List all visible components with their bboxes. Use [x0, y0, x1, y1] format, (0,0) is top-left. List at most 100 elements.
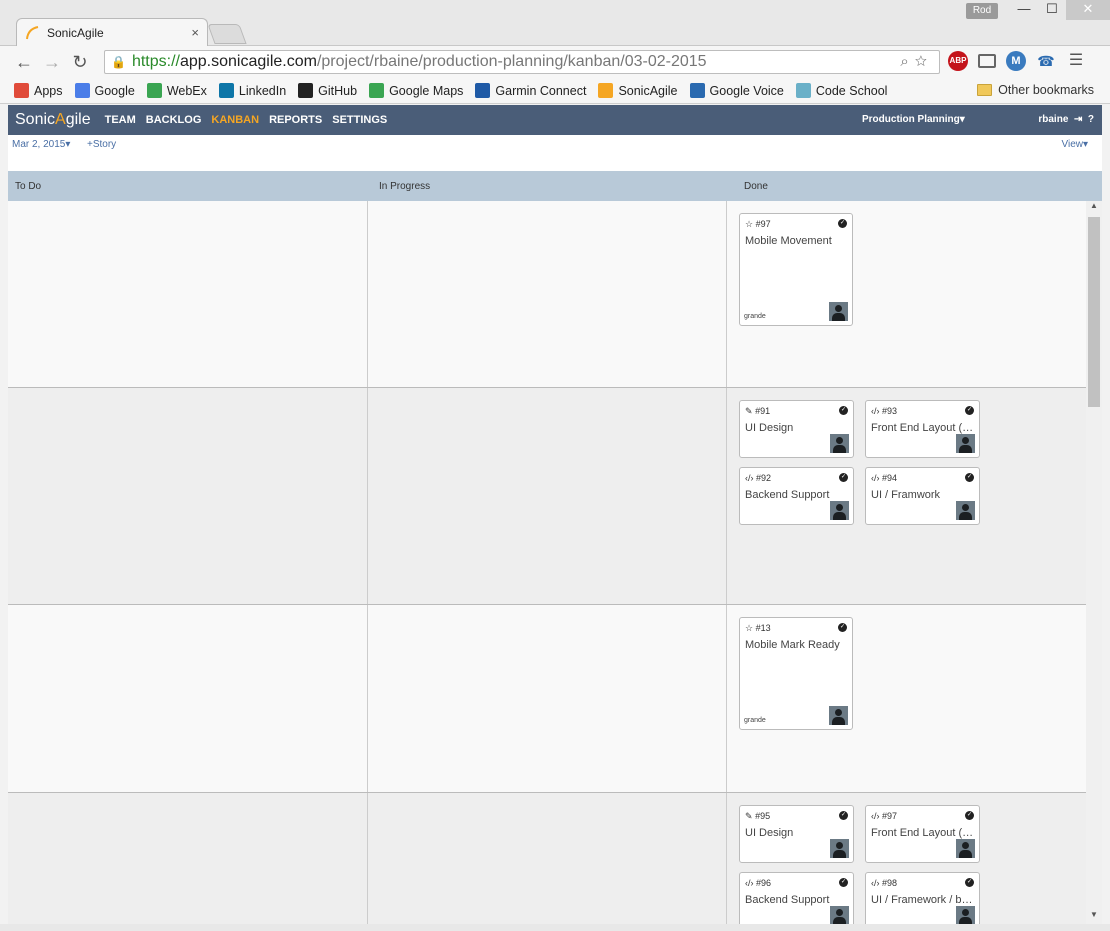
bookmark-webex[interactable]: WebEx	[146, 83, 207, 98]
done-check-icon[interactable]: ✓	[965, 811, 974, 820]
view-menu[interactable]: View▾	[1061, 139, 1088, 150]
user-area: rbaine ⇥ ?	[1038, 114, 1094, 125]
maximize-button[interactable]: ☐	[1038, 0, 1066, 20]
nav-reports[interactable]: REPORTS	[269, 114, 322, 126]
done-check-icon[interactable]: ✓	[965, 878, 974, 887]
cell-inprogress	[368, 793, 727, 924]
forward-arrow-icon[interactable]: →	[38, 52, 66, 73]
board-scrollbar[interactable]: ▲ ▼	[1086, 201, 1102, 924]
card-number: ‹/› #93	[871, 406, 897, 416]
story-card[interactable]: ☆ #97 ✓ Mobile Movement grande	[739, 213, 853, 326]
code-icon: ‹/›	[871, 811, 880, 821]
minimize-button[interactable]: —	[1010, 0, 1038, 20]
help-icon[interactable]: ?	[1088, 114, 1094, 125]
browser-toolbar: ← → ↻ 🔒 https://app.sonicagile.com/proje…	[0, 46, 1110, 78]
card-number: ☆ #13	[745, 623, 771, 634]
done-check-icon[interactable]: ✓	[839, 473, 848, 482]
card-number: ‹/› #97	[871, 811, 897, 821]
cast-icon[interactable]	[978, 54, 996, 68]
done-check-icon[interactable]: ✓	[965, 406, 974, 415]
bookmark-garmin[interactable]: Garmin Connect	[475, 83, 586, 98]
card-number-text: #96	[756, 878, 772, 888]
codeschool-icon	[795, 83, 811, 98]
task-card[interactable]: ‹/› #93 ✓ Front End Layout (…	[865, 400, 980, 458]
zoom-and-bookmark-icons[interactable]: ⌕☆	[900, 53, 933, 70]
card-title: Backend Support	[745, 894, 830, 906]
tab-close-icon[interactable]: ×	[191, 25, 199, 40]
card-title: Mobile Mark Ready	[745, 639, 840, 651]
done-check-icon[interactable]: ✓	[838, 219, 847, 228]
avatar	[956, 906, 975, 924]
card-number: ‹/› #96	[745, 878, 771, 888]
add-story-button[interactable]: +Story	[87, 139, 116, 150]
card-title: UI Design	[745, 422, 794, 434]
date-selector[interactable]: Mar 2, 2015▾	[12, 139, 70, 150]
done-check-icon[interactable]: ✓	[839, 878, 848, 887]
bookmark-label: Google Maps	[389, 83, 464, 98]
cell-inprogress	[368, 201, 727, 387]
bookmark-label: Garmin Connect	[495, 83, 587, 98]
bookmark-label: LinkedIn	[238, 83, 287, 98]
done-check-icon[interactable]: ✓	[965, 473, 974, 482]
code-icon: ‹/›	[871, 473, 880, 483]
sonicagile-logo[interactable]: SonicAgile	[15, 111, 91, 129]
other-bookmarks[interactable]: Other bookmarks	[977, 83, 1094, 97]
task-card[interactable]: ‹/› #96 ✓ Backend Support	[739, 872, 854, 924]
task-card[interactable]: ‹/› #98 ✓ UI / Framework / b…	[865, 872, 980, 924]
task-card[interactable]: ‹/› #97 ✓ Front End Layout (…	[865, 805, 980, 863]
reload-icon[interactable]: ↻	[66, 52, 94, 73]
google-icon	[74, 83, 90, 98]
done-check-icon[interactable]: ✓	[838, 623, 847, 632]
cell-inprogress	[368, 605, 727, 792]
logo-prefix: Sonic	[15, 111, 56, 128]
card-number-text: #13	[755, 623, 771, 633]
url-scheme: https://	[131, 53, 180, 70]
profile-badge[interactable]: Rod	[966, 3, 998, 19]
bookmark-voice[interactable]: Google Voice	[689, 83, 784, 98]
browser-tab[interactable]: SonicAgile ×	[16, 18, 208, 46]
task-card[interactable]: ‹/› #94 ✓ UI / Framwork	[865, 467, 980, 525]
close-window-button[interactable]: ✕	[1066, 0, 1110, 20]
nav-team[interactable]: TEAM	[105, 114, 136, 126]
bookmark-codeschool[interactable]: Code School	[795, 83, 888, 98]
task-card[interactable]: ‹/› #92 ✓ Backend Support	[739, 467, 854, 525]
story-card[interactable]: ☆ #13 ✓ Mobile Mark Ready grande	[739, 617, 853, 730]
done-check-icon[interactable]: ✓	[839, 406, 848, 415]
card-title: UI / Framework / b…	[871, 894, 973, 906]
logout-icon[interactable]: ⇥	[1071, 114, 1085, 125]
back-arrow-icon[interactable]: ←	[10, 52, 38, 73]
bookmark-github[interactable]: GitHub	[298, 83, 357, 98]
card-title: UI Design	[745, 827, 794, 839]
scroll-up-icon[interactable]: ▲	[1086, 201, 1102, 215]
scroll-thumb[interactable]	[1088, 217, 1100, 407]
bookmark-maps[interactable]: Google Maps	[369, 83, 463, 98]
tab-title: SonicAgile	[47, 25, 104, 40]
card-title: Front End Layout (…	[871, 827, 974, 839]
bookmark-label: Code School	[815, 83, 888, 98]
bookmark-google[interactable]: Google	[74, 83, 135, 98]
scroll-down-icon[interactable]: ▼	[1086, 910, 1102, 924]
done-check-icon[interactable]: ✓	[839, 811, 848, 820]
url-path: /project/rbaine/production-planning/kanb…	[316, 53, 707, 70]
bookmark-sonicagile[interactable]: SonicAgile	[598, 83, 678, 98]
bookmark-linkedin[interactable]: LinkedIn	[218, 83, 287, 98]
cell-todo	[8, 201, 368, 387]
task-card[interactable]: ✎ #91 ✓ UI Design	[739, 400, 854, 458]
m-extension-icon[interactable]: M	[1006, 51, 1026, 71]
new-tab-button[interactable]	[207, 24, 247, 44]
column-todo-header: To Do	[15, 181, 42, 192]
task-card[interactable]: ✎ #95 ✓ UI Design	[739, 805, 854, 863]
bookmark-apps-grid[interactable]: Apps	[14, 83, 63, 98]
project-selector[interactable]: Production Planning▾	[862, 114, 965, 125]
chrome-menu-icon[interactable]: ☰	[1066, 51, 1086, 71]
avatar	[956, 839, 975, 858]
address-bar[interactable]: 🔒 https://app.sonicagile.com/project/rba…	[104, 50, 940, 74]
maps-icon	[369, 83, 385, 98]
phone-extension-icon[interactable]: ☎	[1036, 51, 1056, 71]
nav-backlog[interactable]: BACKLOG	[146, 114, 202, 126]
adblock-icon[interactable]: ABP	[948, 51, 968, 71]
username[interactable]: rbaine	[1038, 114, 1068, 125]
code-icon: ‹/›	[745, 473, 754, 483]
nav-settings[interactable]: SETTINGS	[332, 114, 387, 126]
nav-kanban[interactable]: KANBAN	[211, 114, 259, 126]
